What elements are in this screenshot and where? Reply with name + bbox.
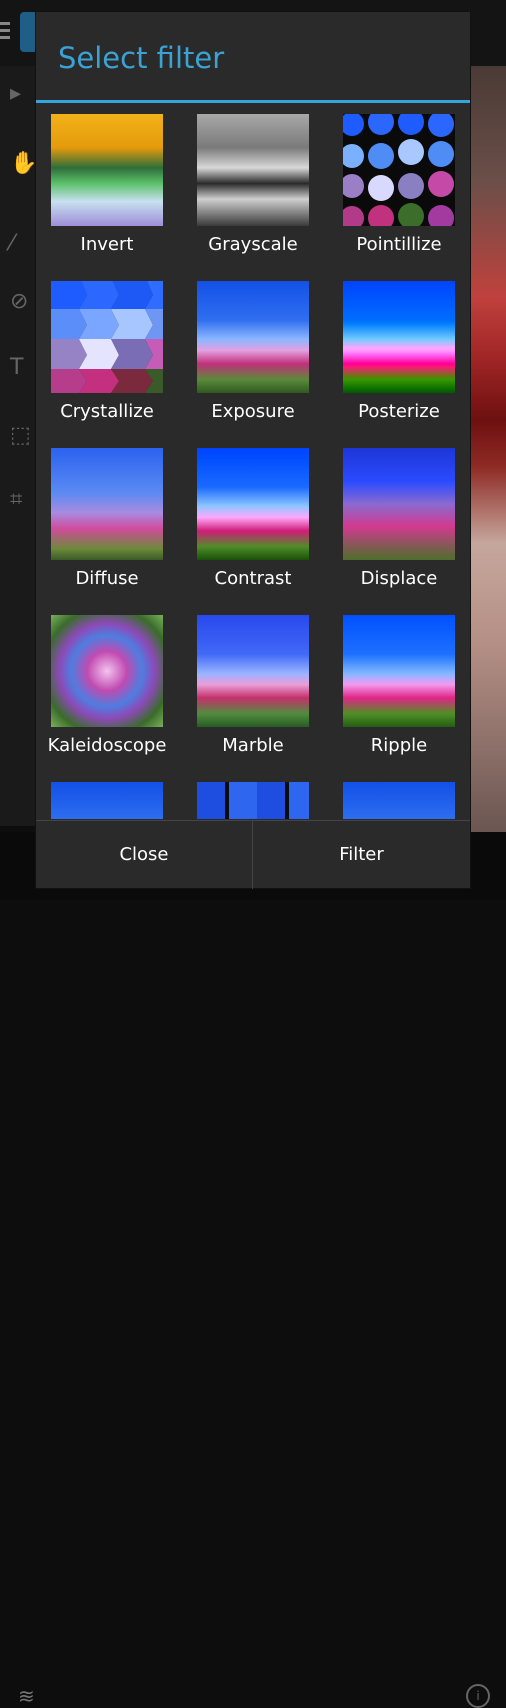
partial-thumbnail [197,782,309,819]
filter-tile-partial-1[interactable] [36,771,182,819]
invert-thumbnail [51,114,163,226]
filter-tile-diffuse[interactable]: Diffuse [36,437,182,604]
hand-icon: ✋ [10,151,38,176]
filter-label: Exposure [211,401,295,422]
grayscale-thumbnail [197,114,309,226]
filter-tile-partial-3[interactable] [328,771,470,819]
selection-icon: ⬚ [10,423,31,448]
select-filter-dialog: Select filter Invert Grayscale Pointilli… [36,12,470,889]
filter-label: Posterize [358,401,440,422]
filter-tile-posterize[interactable]: Posterize [328,270,470,437]
tool-sidebar: ▸ ✋ ⁄ ⊘ T ⬚ ⌗ [0,66,38,826]
menu-icon [0,22,10,43]
crystallize-thumbnail [51,281,163,393]
filter-tile-marble[interactable]: Marble [182,604,328,771]
filter-label: Invert [80,234,134,255]
filter-label: Grayscale [208,234,298,255]
contrast-thumbnail [197,448,309,560]
filter-tile-grayscale[interactable]: Grayscale [182,103,328,270]
filter-tile-crystallize[interactable]: Crystallize [36,270,182,437]
brush-icon: ⁄ [10,231,14,256]
filter-tile-partial-2[interactable] [182,771,328,819]
eraser-icon: ⊘ [10,289,29,314]
filter-label: Pointillize [356,234,442,255]
filter-button[interactable]: Filter [253,821,470,889]
displace-thumbnail [343,448,455,560]
pointillize-thumbnail [343,114,455,226]
layers-icon: ≋ [18,1684,35,1708]
filter-label: Ripple [370,735,428,756]
filter-tile-pointillize[interactable]: Pointillize [328,103,470,270]
filter-tile-invert[interactable]: Invert [36,103,182,270]
info-icon: i [466,1684,490,1708]
ripple-thumbnail [343,615,455,727]
select-arrow-icon: ▸ [10,81,22,106]
filter-grid[interactable]: Invert Grayscale Pointillize Crystallize… [36,103,470,819]
filter-tile-kaleidoscope[interactable]: Kaleidoscope [36,604,182,771]
posterize-thumbnail [343,281,455,393]
marble-thumbnail [197,615,309,727]
partial-thumbnail [343,782,455,819]
filter-tile-ripple[interactable]: Ripple [328,604,470,771]
crop-icon: ⌗ [10,487,23,512]
filter-tile-exposure[interactable]: Exposure [182,270,328,437]
text-icon: T [10,355,24,380]
exposure-thumbnail [197,281,309,393]
dialog-button-bar: Close Filter [36,820,470,889]
close-button[interactable]: Close [36,821,252,889]
filter-label: Displace [360,568,438,589]
filter-label: Crystallize [60,401,154,422]
filter-label: Kaleidoscope [47,735,167,756]
kaleidoscope-thumbnail [51,615,163,727]
filter-label: Contrast [214,568,292,589]
filter-label: Diffuse [75,568,139,589]
diffuse-thumbnail [51,448,163,560]
canvas-photo [470,66,506,836]
filter-tile-displace[interactable]: Displace [328,437,470,604]
filter-label: Marble [222,735,284,756]
filter-tile-contrast[interactable]: Contrast [182,437,328,604]
partial-thumbnail [51,782,163,819]
dialog-title: Select filter [58,41,225,75]
